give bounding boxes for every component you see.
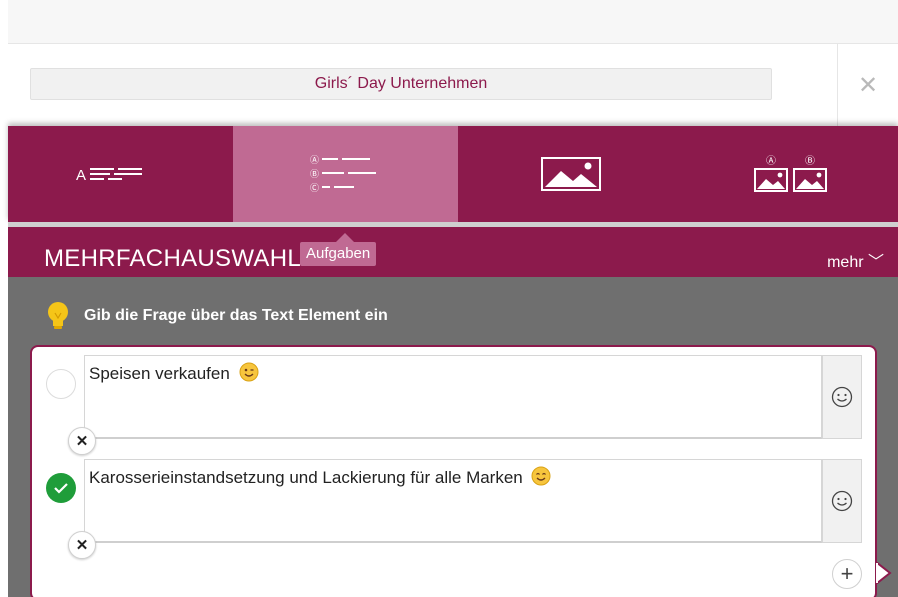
answer-row: Karosserieinstandsetzung und Lackierung … <box>32 451 875 559</box>
multiple-choice-list-icon: Ⓐ Ⓑ Ⓒ <box>310 155 376 194</box>
mode-title: MEHRFACHAUSWAHL <box>44 245 301 272</box>
answer-text: Karosserieinstandsetzung und Lackierung … <box>89 466 551 488</box>
lightbulb-icon <box>48 302 68 329</box>
correct-toggle[interactable] <box>46 473 76 503</box>
option-a-letter: Ⓐ <box>310 155 319 166</box>
element-type-bar: A Ⓐ Ⓑ Ⓒ Ⓐ Ⓑ <box>8 126 898 222</box>
smiley-icon <box>831 490 853 512</box>
title-row: Girls´ Day Unternehmen ✕ <box>8 44 898 126</box>
delete-answer-button[interactable]: ✕ <box>68 531 96 559</box>
tab-tooltip: Aufgaben <box>300 233 377 266</box>
image-icon <box>540 157 601 191</box>
option-b-letter: Ⓑ <box>310 169 319 180</box>
answer-text: Speisen verkaufen <box>89 362 259 384</box>
emoji-picker-button[interactable] <box>822 355 862 439</box>
smiley-icon <box>831 386 853 408</box>
tab-multiple-choice[interactable]: Ⓐ Ⓑ Ⓒ <box>233 126 458 222</box>
answer-text-field[interactable]: Speisen verkaufen <box>84 355 822 439</box>
mode-header: MEHRFACHAUSWAHL Aufgaben mehr ﹀ <box>8 222 898 277</box>
more-dropdown[interactable]: mehr ﹀ <box>827 248 884 272</box>
close-button[interactable]: ✕ <box>837 44 898 126</box>
tab-image-choice[interactable]: Ⓐ Ⓑ <box>683 126 898 222</box>
answer-row: Speisen verkaufen ✕ <box>32 347 875 455</box>
answer-text-field[interactable]: Karosserieinstandsetzung und Lackierung … <box>84 459 822 543</box>
smiling-face-emoji <box>531 466 551 486</box>
image-choice-ab-icon: Ⓐ Ⓑ <box>753 155 827 192</box>
hint-text: Gib die Frage über das Text Element ein <box>84 307 388 324</box>
emoji-picker-button[interactable] <box>822 459 862 543</box>
image-option-a-letter: Ⓐ <box>766 155 776 167</box>
text-lines-icon: A <box>76 167 142 184</box>
winking-face-emoji <box>239 362 259 382</box>
option-c-letter: Ⓒ <box>310 183 319 194</box>
title-input[interactable]: Girls´ Day Unternehmen <box>30 68 772 100</box>
text-tab-letter: A <box>76 167 86 184</box>
hint-row: Gib die Frage über das Text Element ein <box>46 301 388 331</box>
tab-image[interactable] <box>458 126 683 222</box>
answers-card: Speisen verkaufen ✕ Karosserieinstandset… <box>30 345 877 597</box>
image-option-b-letter: Ⓑ <box>805 155 815 167</box>
answer-label: Karosserieinstandsetzung und Lackierung … <box>89 468 523 487</box>
add-answer-button[interactable]: + <box>832 559 862 589</box>
answer-label: Speisen verkaufen <box>89 364 230 383</box>
tab-text[interactable]: A <box>8 126 233 222</box>
card-pointer-arrow <box>876 562 892 584</box>
editor-area: Gib die Frage über das Text Element ein … <box>8 277 898 597</box>
top-strip <box>8 0 898 44</box>
checkmark-icon <box>54 483 68 494</box>
correct-toggle[interactable] <box>46 369 76 399</box>
